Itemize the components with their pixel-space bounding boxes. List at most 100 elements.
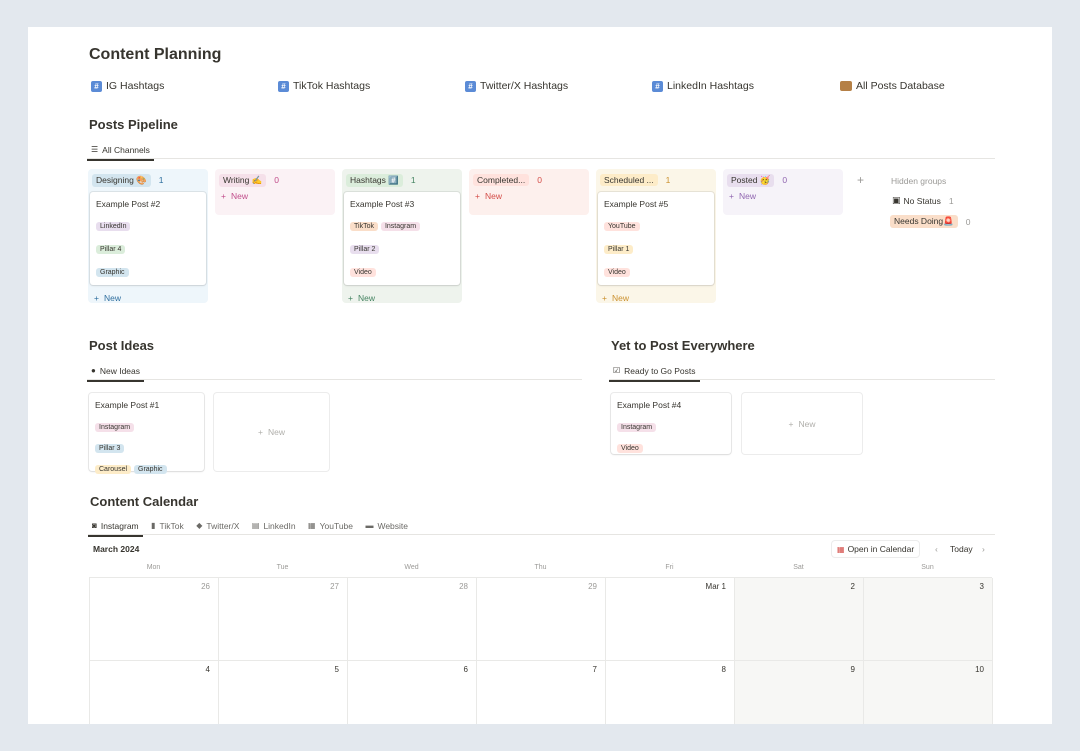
tab-ready-to-go-posts[interactable]: ☑ Ready to Go Posts: [609, 362, 700, 382]
link-ig-hashtags[interactable]: # IG Hashtags: [91, 80, 164, 92]
column-posted: Posted 🥳 0 + New: [723, 169, 843, 215]
dow-mon: Mon: [146, 564, 161, 571]
column-header: Scheduled ... 1: [596, 169, 716, 191]
plus-icon: +: [94, 293, 99, 303]
link-twitter-hashtags[interactable]: # Twitter/X Hashtags: [465, 80, 568, 92]
calendar-day[interactable]: 7: [477, 661, 606, 724]
dow-sat: Sat: [793, 564, 804, 571]
dow-thu: Thu: [534, 564, 547, 571]
tab-new-ideas[interactable]: ● New Ideas: [87, 362, 145, 382]
column-hashtags: Hashtags #️⃣ 1 Example Post #3 TikTok Ins…: [342, 169, 462, 303]
group-label[interactable]: Designing 🎨: [92, 173, 151, 187]
calendar-day[interactable]: 28: [348, 578, 477, 661]
calendar-day[interactable]: 2: [735, 578, 864, 661]
calendar-day[interactable]: 3: [864, 578, 993, 661]
hidden-group-needs-doing[interactable]: Needs Doing🚨 0: [890, 215, 970, 228]
group-label[interactable]: Hashtags #️⃣: [346, 173, 403, 187]
briefcase-icon: ▤: [251, 521, 260, 530]
calendar-day[interactable]: 27: [219, 578, 348, 661]
group-count: 0: [782, 175, 788, 185]
tab-youtube[interactable]: ▦ YouTube: [304, 516, 357, 536]
tag: Graphic: [134, 465, 167, 474]
column-scheduled: Scheduled ... 1 Example Post #5 YouTube …: [596, 169, 716, 303]
card-file-box-icon: [840, 81, 852, 91]
new-card-button[interactable]: + New: [215, 191, 335, 201]
laptop-icon: ▬: [365, 521, 374, 530]
link-tiktok-hashtags[interactable]: # TikTok Hashtags: [278, 80, 370, 92]
camera-icon: ◙: [92, 521, 97, 530]
tag: Carousel: [95, 465, 132, 474]
group-label[interactable]: Scheduled ...: [600, 174, 658, 186]
tab-all-channels[interactable]: ☰ All Channels: [87, 141, 154, 161]
dow-fri: Fri: [665, 564, 674, 571]
group-label[interactable]: Posted 🥳: [727, 173, 775, 187]
calendar-day[interactable]: 6: [348, 661, 477, 724]
add-group-button[interactable]: +: [857, 173, 864, 187]
calendar-day[interactable]: 5: [219, 661, 348, 724]
tag: Instagram: [617, 423, 657, 432]
calendar-title: Content Calendar: [90, 494, 199, 509]
tab-instagram[interactable]: ◙ Instagram: [88, 517, 143, 537]
new-card-button[interactable]: + New: [596, 293, 716, 303]
card-title: Example Post #4: [617, 400, 682, 410]
card-title: Example Post #5: [604, 199, 669, 209]
group-label[interactable]: Writing ✍️: [219, 173, 267, 187]
next-month-button[interactable]: ›: [982, 544, 985, 554]
card-example-post-5[interactable]: Example Post #5 YouTube Pillar 1 Video: [598, 192, 714, 285]
new-idea-button[interactable]: + New: [214, 393, 329, 471]
calendar-month: March 2024: [93, 544, 140, 554]
calendar-day[interactable]: 4: [90, 661, 219, 724]
new-card-button[interactable]: + New: [723, 191, 843, 201]
tab-website[interactable]: ▬ Website: [361, 516, 412, 536]
tag: TikTok: [350, 222, 378, 231]
prev-month-button[interactable]: ‹: [935, 544, 938, 554]
card-example-post-2[interactable]: Example Post #2 LinkedIn Pillar 4 Graphi…: [90, 192, 206, 285]
card-example-post-4[interactable]: Example Post #4 Instagram Video: [611, 393, 731, 454]
calendar-day[interactable]: Mar 1: [606, 578, 735, 661]
board-icon: ☰: [91, 145, 99, 154]
calendar-day[interactable]: 9: [735, 661, 864, 724]
new-card-button[interactable]: + New: [469, 191, 589, 201]
tag: Pillar 3: [95, 444, 125, 453]
group-count: 1: [410, 175, 416, 185]
calendar-day[interactable]: 10: [864, 661, 993, 724]
hidden-group-no-status[interactable]: ▣ No Status 1: [892, 195, 954, 206]
hashtag-icon: #: [278, 80, 289, 92]
hashtag-icon: #: [465, 80, 476, 92]
calendar-day[interactable]: 8: [606, 661, 735, 724]
open-in-calendar-button[interactable]: ▦ Open in Calendar: [832, 541, 919, 557]
group-label[interactable]: Completed...: [473, 174, 530, 186]
plus-icon: +: [221, 191, 226, 201]
tag: YouTube: [604, 222, 640, 231]
calendar-day[interactable]: 29: [477, 578, 606, 661]
film-icon: ▦: [308, 521, 316, 530]
dow-sun: Sun: [921, 564, 934, 571]
card-title: Example Post #1: [95, 400, 160, 410]
tag: LinkedIn: [96, 222, 131, 231]
tag: Video: [350, 268, 376, 277]
column-header: Posted 🥳 0: [723, 169, 843, 191]
plus-icon: +: [602, 293, 607, 303]
new-post-button[interactable]: + New: [742, 393, 862, 454]
lightbulb-icon: ●: [91, 366, 96, 375]
card-title: Example Post #2: [96, 199, 161, 209]
new-card-button[interactable]: + New: [342, 293, 462, 303]
post-ideas-title: Post Ideas: [89, 338, 155, 353]
tab-linkedin[interactable]: ▤ LinkedIn: [248, 516, 300, 536]
calendar-day[interactable]: 26: [90, 578, 219, 661]
new-card-button[interactable]: + New: [88, 293, 208, 303]
link-all-posts-database[interactable]: All Posts Database: [840, 80, 945, 92]
today-button[interactable]: Today: [950, 544, 973, 554]
tag: Video: [617, 444, 643, 453]
column-header: Completed... 0: [469, 169, 589, 191]
hashtag-icon: #: [652, 80, 663, 92]
group-count: 1: [158, 175, 164, 185]
link-linkedin-hashtags[interactable]: # LinkedIn Hashtags: [652, 80, 754, 92]
tab-twitter[interactable]: ◆ Twitter/X: [192, 516, 243, 536]
checkbox-icon: ☑: [613, 366, 621, 375]
tab-tiktok[interactable]: ▮ TikTok: [147, 516, 188, 536]
group-count: 0: [537, 175, 542, 185]
card-example-post-1[interactable]: Example Post #1 Instagram Pillar 3 Carou…: [89, 393, 204, 474]
card-example-post-3[interactable]: Example Post #3 TikTok Instagram Pillar 2…: [344, 192, 460, 285]
dow-wed: Wed: [404, 564, 419, 571]
